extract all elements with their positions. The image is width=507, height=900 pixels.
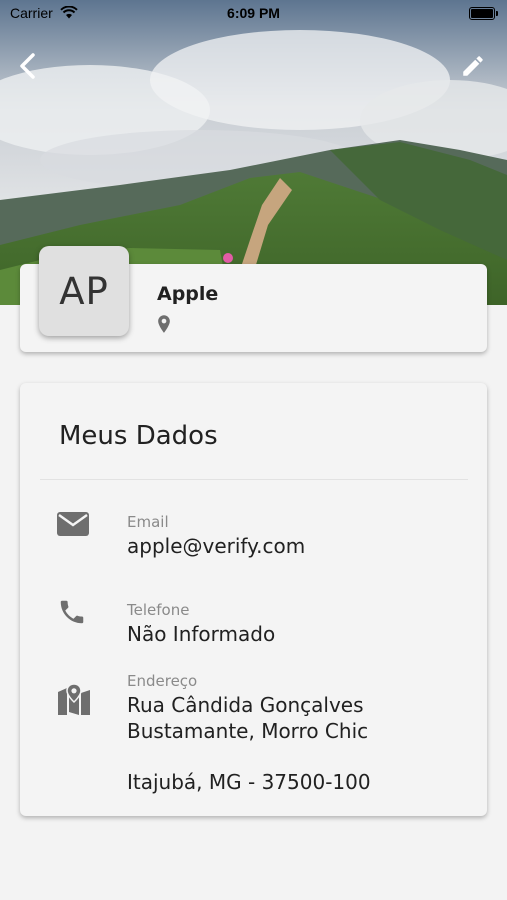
section-title: Meus Dados [59, 421, 218, 451]
profile-name: Apple [157, 283, 219, 305]
email-label: Email [127, 513, 169, 531]
address-line-1: Rua Cândida Gonçalves [127, 693, 364, 717]
address-line-2: Bustamante, Morro Chic [127, 719, 369, 743]
address-line-3: Itajubá, MG - 37500-100 [127, 770, 371, 794]
phone-value: Não Informado [127, 622, 276, 646]
status-time: 6:09 PM [227, 5, 280, 21]
chevron-left-icon [20, 53, 35, 79]
avatar-initials: AP [59, 269, 109, 313]
map-pin-icon [158, 315, 170, 333]
back-button[interactable] [8, 46, 48, 86]
edit-button[interactable] [453, 46, 493, 86]
avatar[interactable]: AP [39, 246, 129, 336]
phone-label: Telefone [127, 601, 190, 619]
envelope-icon [57, 512, 89, 536]
battery-icon [469, 7, 498, 20]
divider [40, 479, 468, 480]
status-bar: Carrier 6:09 PM [0, 0, 507, 28]
phone-icon [60, 600, 84, 624]
email-value: apple@verify.com [127, 534, 306, 558]
pencil-icon [463, 56, 483, 76]
map-icon [58, 684, 90, 715]
address-label: Endereço [127, 672, 198, 690]
